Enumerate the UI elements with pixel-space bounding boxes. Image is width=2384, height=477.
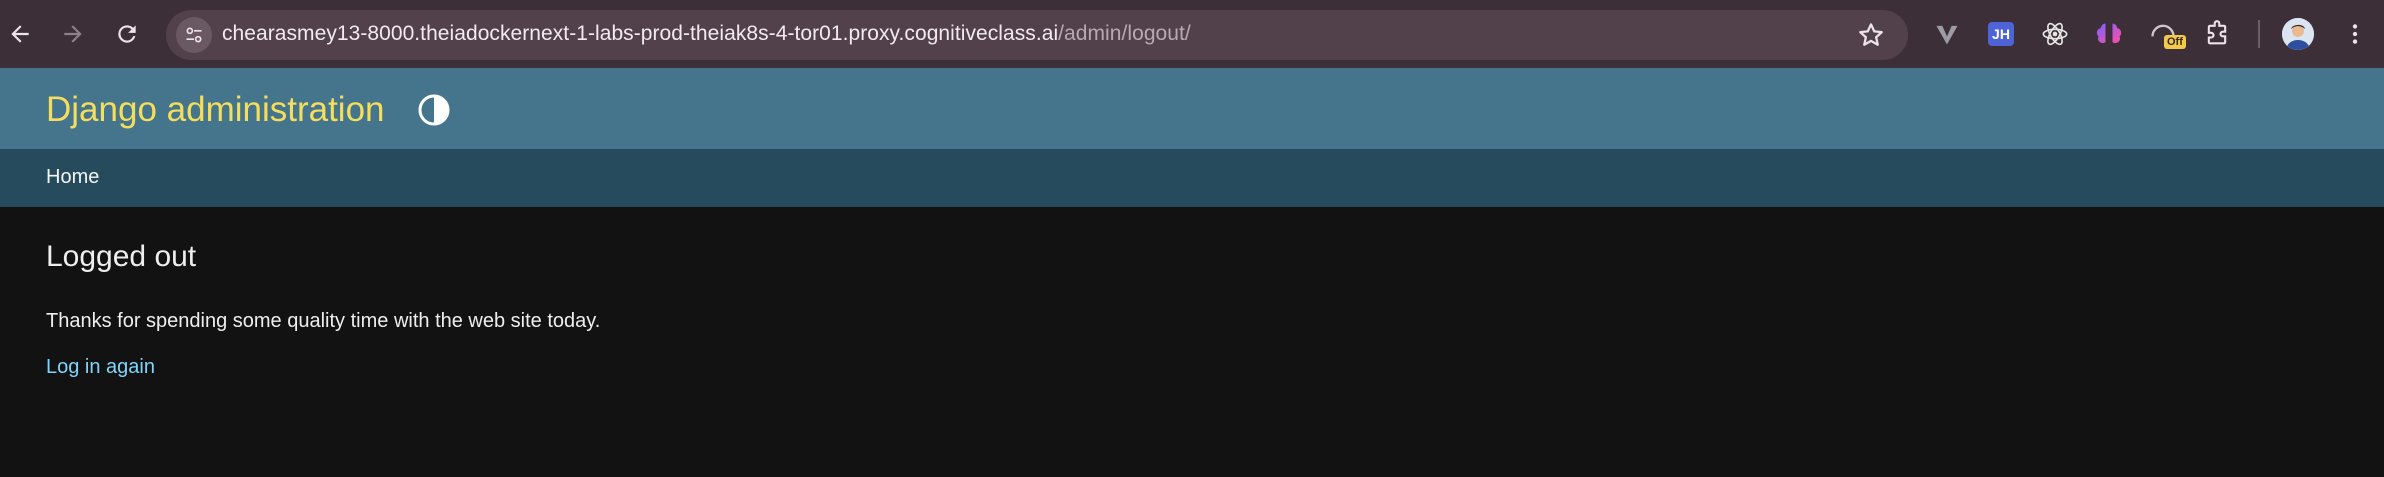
page-title: Logged out	[46, 240, 197, 273]
more-menu-icon	[2352, 24, 2358, 44]
off-badge: Off	[2164, 35, 2186, 49]
forward-arrow-icon	[64, 25, 82, 43]
forward-button[interactable]	[53, 14, 93, 54]
breadcrumb: Home	[0, 149, 2384, 207]
log-in-again-link[interactable]: Log in again	[46, 356, 155, 379]
react-icon	[2042, 22, 2068, 46]
extensions-button[interactable]	[2200, 17, 2234, 51]
site-info-button[interactable]	[176, 17, 212, 53]
profile-avatar[interactable]	[2282, 18, 2314, 50]
off-extension[interactable]: Off	[2146, 17, 2186, 51]
reload-icon	[118, 25, 136, 43]
url-text[interactable]: chearasmey13-8000.theiadockernext-1-labs…	[222, 22, 1191, 46]
site-header: Django administration	[0, 68, 2384, 149]
logout-message: Thanks for spending some quality time wi…	[46, 310, 601, 332]
theme-toggle-icon	[418, 94, 450, 126]
reload-button[interactable]	[107, 14, 147, 54]
puzzle-extensions-icon	[2207, 20, 2227, 45]
react-extension[interactable]	[2038, 17, 2072, 51]
site-info-icon	[186, 27, 202, 43]
breadcrumb-home-link[interactable]: Home	[46, 166, 99, 189]
browser-toolbar: chearasmey13-8000.theiadockernext-1-labs…	[0, 0, 2384, 68]
site-branding[interactable]: Django administration	[46, 90, 385, 130]
url-host: chearasmey13-8000.theiadockernext-1-labs…	[222, 22, 1059, 45]
vivaldi-v-icon	[1936, 25, 1958, 45]
profile-avatar-icon	[2282, 18, 2314, 50]
url-path: /admin/logout/	[1058, 22, 1191, 45]
vivaldi-extension[interactable]	[1930, 17, 1964, 51]
toolbar-divider	[2258, 20, 2260, 48]
jh-extension[interactable]: JH	[1984, 17, 2018, 51]
back-arrow-icon	[11, 25, 29, 43]
more-menu-button[interactable]	[2338, 17, 2372, 51]
address-bar[interactable]: chearasmey13-8000.theiadockernext-1-labs…	[166, 10, 1908, 60]
ai-brain-icon	[2096, 23, 2122, 44]
jh-extension-icon: JH	[1988, 22, 2014, 46]
back-button[interactable]	[0, 14, 40, 54]
ai-extension[interactable]	[2092, 17, 2126, 51]
theme-toggle-button[interactable]	[416, 92, 452, 128]
star-icon[interactable]	[1856, 20, 1886, 50]
